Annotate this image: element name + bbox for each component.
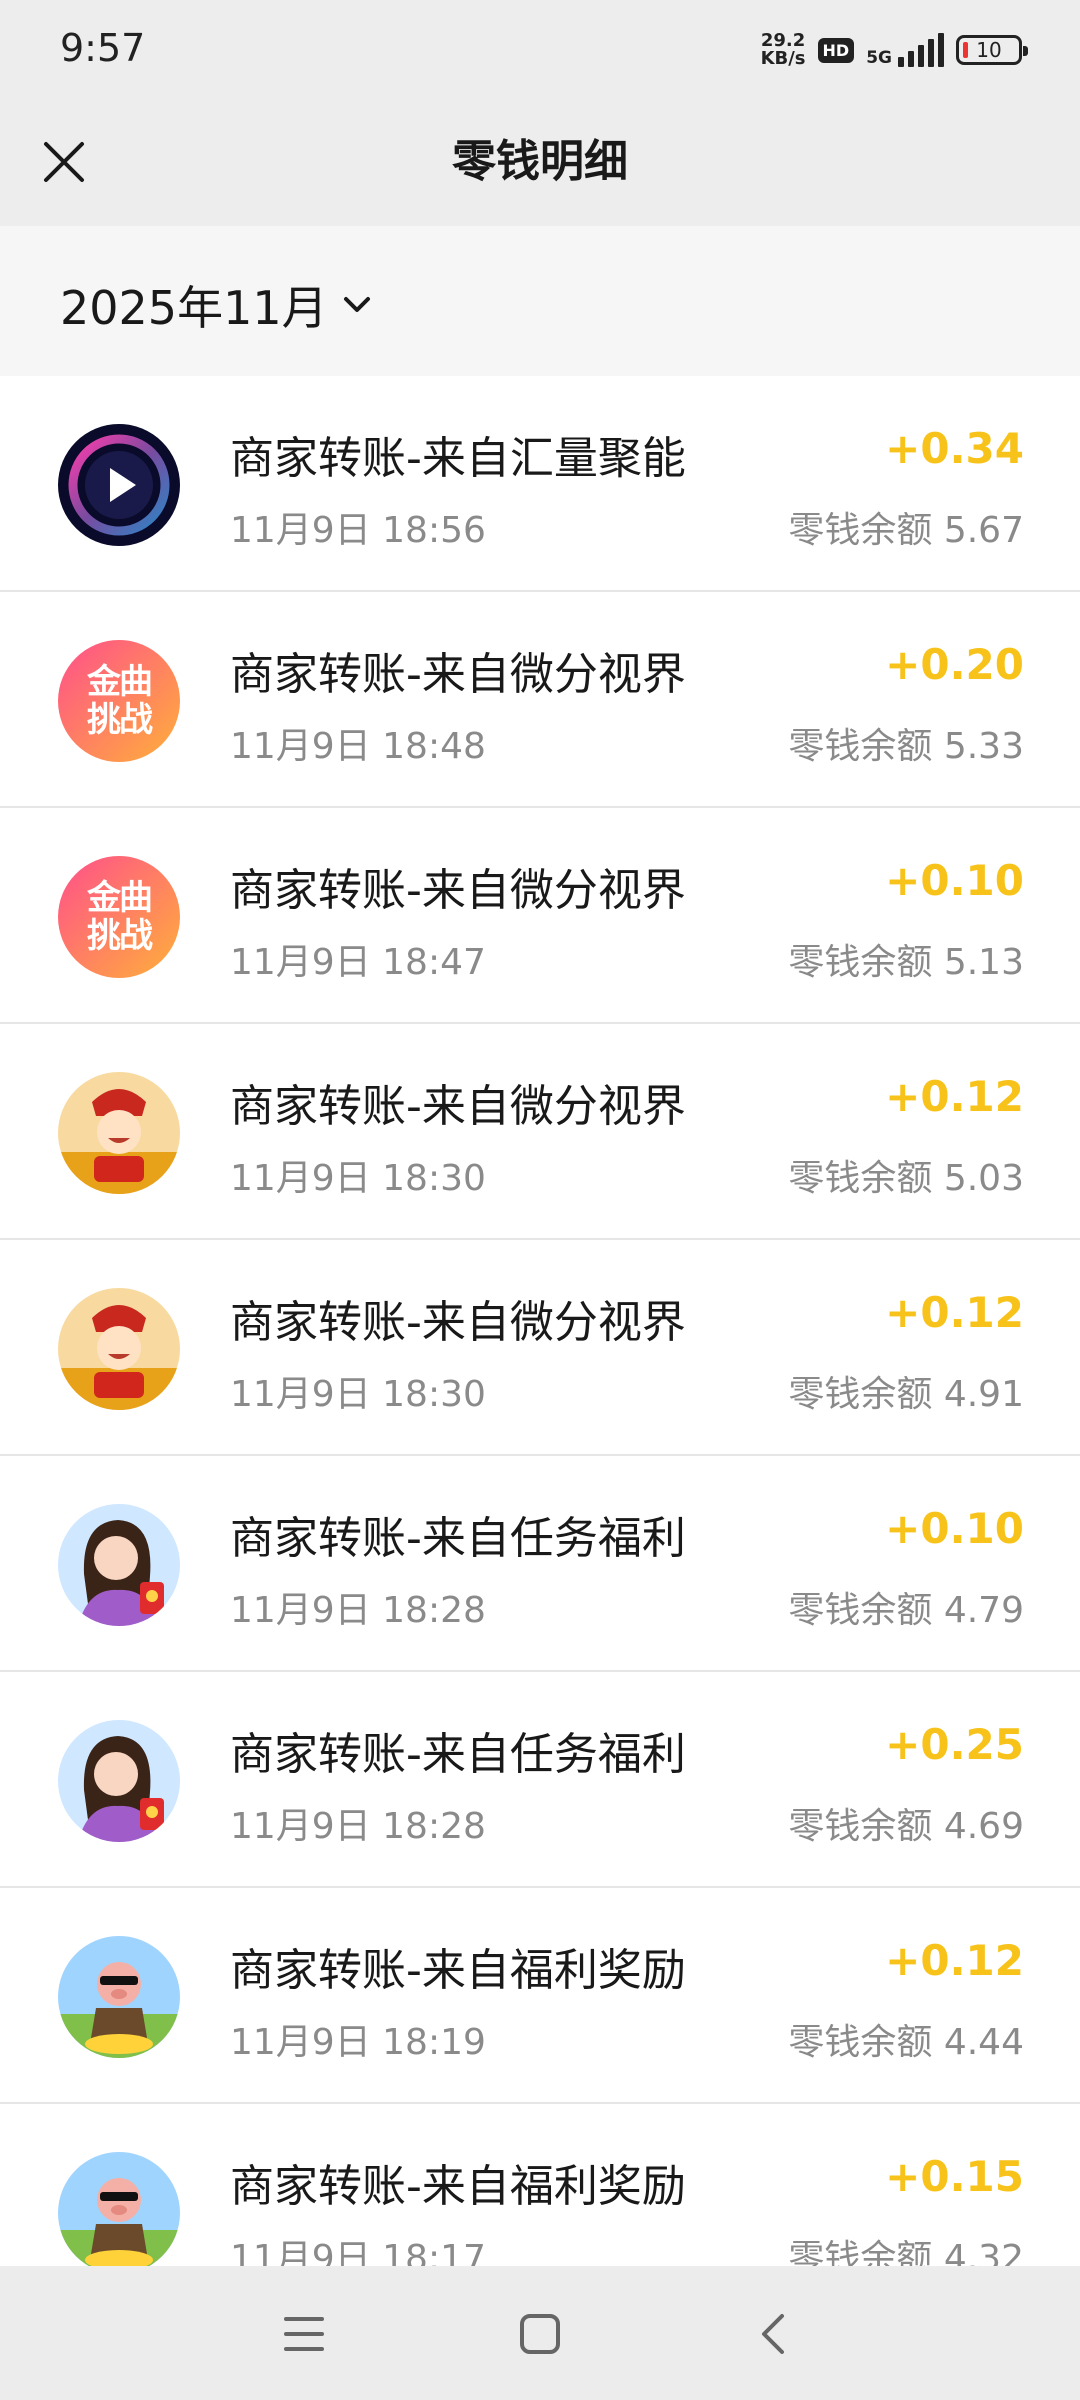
transaction-time: 11月9日 18:30 — [230, 1158, 486, 1199]
transaction-amount: +0.12 — [885, 1288, 1024, 1337]
transaction-time: 11月9日 18:47 — [230, 942, 486, 983]
transaction-row[interactable]: 商家转账-来自任务福利 11月9日 18:28 +0.25 零钱余额 4.69 — [0, 1672, 1080, 1888]
transaction-balance: 零钱余额 4.32 — [788, 2238, 1024, 2266]
pig-avatar — [58, 1936, 180, 2058]
god-of-wealth-avatar — [58, 1288, 180, 1410]
status-indicators: 29.2 KB/s HD 5G 10 — [761, 30, 1028, 70]
girl-avatar — [58, 1720, 180, 1842]
nav-bar: 零钱明细 — [0, 100, 1080, 224]
chevron-down-icon — [343, 297, 370, 312]
transaction-list: 商家转账-来自汇量聚能 11月9日 18:56 +0.34 零钱余额 5.67 金曲 挑战… — [0, 376, 1080, 2266]
avatar-logo-text: 金曲 挑战 — [58, 640, 180, 762]
status-bar: 9:57 29.2 KB/s HD 5G 10 — [0, 0, 1080, 100]
jinqu-tiaozhan-logo: 金曲 挑战 — [58, 856, 180, 978]
transaction-time: 11月9日 18:17 — [230, 2238, 486, 2266]
hd-badge: HD — [817, 37, 855, 63]
transaction-balance: 零钱余额 5.67 — [788, 510, 1024, 551]
network-speed-unit: KB/s — [760, 48, 806, 69]
transaction-amount: +0.10 — [885, 1504, 1024, 1553]
avatar-logo-line: 挑战 — [87, 916, 153, 956]
month-filter-bar: 2025年11月 — [0, 226, 1080, 376]
transaction-time: 11月9日 18:56 — [230, 510, 486, 551]
avatar-logo-line: 金曲 — [87, 662, 153, 702]
transaction-balance: 零钱余额 5.03 — [788, 1158, 1024, 1199]
transaction-time: 11月9日 18:30 — [230, 1374, 486, 1415]
transaction-row[interactable]: 商家转账-来自任务福利 11月9日 18:28 +0.10 零钱余额 4.79 — [0, 1456, 1080, 1672]
transaction-title: 商家转账-来自微分视界 — [230, 649, 686, 700]
close-icon — [44, 142, 84, 182]
system-nav-bar — [0, 2268, 1080, 2400]
month-label: 2025年11月 — [60, 281, 328, 335]
transaction-row[interactable]: 商家转账-来自微分视界 11月9日 18:30 +0.12 零钱余额 4.91 — [0, 1240, 1080, 1456]
status-time: 9:57 — [60, 26, 146, 70]
network-speed: 29.2 KB/s — [761, 32, 806, 68]
transaction-title: 商家转账-来自福利奖励 — [230, 1945, 686, 1996]
transaction-amount: +0.10 — [885, 856, 1024, 905]
close-button[interactable] — [22, 120, 106, 204]
transaction-row[interactable]: 商家转账-来自微分视界 11月9日 18:30 +0.12 零钱余额 5.03 — [0, 1024, 1080, 1240]
avatar-logo-line: 金曲 — [87, 878, 153, 918]
transaction-row[interactable]: 金曲 挑战 商家转账-来自微分视界 11月9日 18:47 +0.10 零钱余额 5.13 — [0, 808, 1080, 1024]
transaction-title: 商家转账-来自微分视界 — [230, 865, 686, 916]
home-button[interactable] — [508, 2302, 572, 2366]
transaction-balance: 零钱余额 4.44 — [788, 2022, 1024, 2063]
transaction-balance: 零钱余额 4.79 — [788, 1590, 1024, 1631]
transaction-title: 商家转账-来自微分视界 — [230, 1081, 686, 1132]
avatar-logo-text: 金曲 挑战 — [58, 856, 180, 978]
avatar-logo-line: 挑战 — [87, 700, 153, 740]
transaction-row[interactable]: 商家转账-来自福利奖励 11月9日 18:17 +0.15 零钱余额 4.32 — [0, 2104, 1080, 2266]
transaction-balance: 零钱余额 4.69 — [788, 1806, 1024, 1847]
transaction-title: 商家转账-来自福利奖励 — [230, 2161, 686, 2212]
transaction-time: 11月9日 18:28 — [230, 1590, 486, 1631]
battery-level: 10 — [976, 38, 1002, 62]
transaction-amount: +0.15 — [885, 2152, 1024, 2201]
transaction-balance: 零钱余额 4.91 — [788, 1374, 1024, 1415]
transaction-amount: +0.20 — [885, 640, 1024, 689]
transaction-title: 商家转账-来自任务福利 — [230, 1729, 686, 1780]
transaction-title: 商家转账-来自任务福利 — [230, 1513, 686, 1564]
jinqu-tiaozhan-logo: 金曲 挑战 — [58, 640, 180, 762]
transaction-time: 11月9日 18:48 — [230, 726, 486, 767]
transaction-amount: +0.12 — [885, 1936, 1024, 1985]
transaction-balance: 零钱余额 5.33 — [788, 726, 1024, 767]
page-title: 零钱明细 — [452, 136, 628, 187]
transaction-amount: +0.34 — [885, 424, 1024, 473]
transaction-time: 11月9日 18:19 — [230, 2022, 486, 2063]
battery-icon: 10 — [956, 35, 1028, 65]
god-of-wealth-avatar — [58, 1072, 180, 1194]
network-type: 5G — [866, 48, 892, 68]
girl-avatar — [58, 1504, 180, 1626]
transaction-row[interactable]: 商家转账-来自汇量聚能 11月9日 18:56 +0.34 零钱余额 5.67 — [0, 376, 1080, 592]
transaction-amount: +0.12 — [885, 1072, 1024, 1121]
transaction-title: 商家转账-来自汇量聚能 — [230, 433, 686, 484]
month-selector[interactable]: 2025年11月 — [60, 272, 372, 338]
transaction-title: 商家转账-来自微分视界 — [230, 1297, 686, 1348]
transaction-amount: +0.25 — [885, 1720, 1024, 1769]
video-play-icon — [58, 424, 180, 546]
pig-avatar — [58, 2152, 180, 2266]
back-button[interactable] — [742, 2302, 806, 2366]
transaction-time: 11月9日 18:28 — [230, 1806, 486, 1847]
transaction-balance: 零钱余额 5.13 — [788, 942, 1024, 983]
back-chevron-icon — [762, 2314, 784, 2354]
signal-icon: 5G — [866, 33, 944, 67]
transaction-row[interactable]: 商家转账-来自福利奖励 11月9日 18:19 +0.12 零钱余额 4.44 — [0, 1888, 1080, 2104]
menu-icon — [284, 2317, 324, 2351]
transaction-row[interactable]: 金曲 挑战 商家转账-来自微分视界 11月9日 18:48 +0.20 零钱余额 5.33 — [0, 592, 1080, 808]
menu-button[interactable] — [272, 2302, 336, 2366]
home-square-icon — [520, 2314, 560, 2354]
